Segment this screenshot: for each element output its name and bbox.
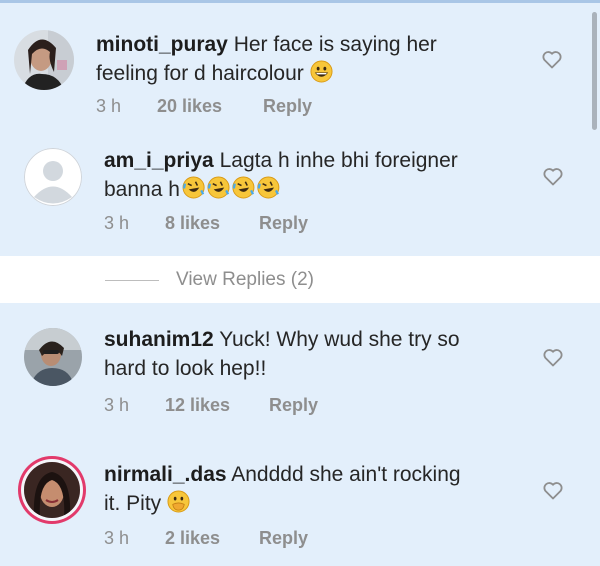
avatar-placeholder-icon[interactable] (24, 148, 82, 206)
comment-username[interactable]: nirmali_.das (104, 463, 227, 486)
heart-outline-icon[interactable] (541, 345, 565, 369)
view-replies-divider (105, 280, 159, 281)
likes-count[interactable]: 12 likes (165, 395, 230, 416)
comment-body-line1: Lagta h inhe bhi foreigner (219, 149, 458, 172)
grinning-face-icon (310, 60, 333, 91)
comment-username[interactable]: am_i_priya (104, 149, 214, 172)
likes-count[interactable]: 8 likes (165, 213, 220, 234)
comment-body-line2: hard to look hep!! (104, 357, 267, 380)
view-replies-button[interactable]: View Replies (2) (176, 269, 314, 291)
hand-over-mouth-icon (167, 490, 190, 521)
heart-outline-icon[interactable] (541, 164, 565, 188)
comment-text: suhanim12 Yuck! Why wud she try so hard … (104, 325, 524, 383)
comment-body-line1: Her face is saying her (233, 33, 437, 56)
avatar[interactable] (24, 328, 82, 386)
comment-timestamp: 3 h (104, 213, 130, 233)
comment-username[interactable]: minoti_puray (96, 33, 228, 56)
comment-text: am_i_priya Lagta h inhe bhi foreigner ba… (104, 146, 524, 207)
comment-timestamp: 3 h (104, 528, 130, 548)
heart-outline-icon[interactable] (540, 47, 564, 71)
avatar[interactable] (14, 30, 74, 90)
comment-meta: 3 h 8 likes Reply (104, 213, 364, 235)
reply-button[interactable]: Reply (259, 213, 308, 234)
scrollbar-thumb[interactable] (592, 12, 597, 130)
comment-text: minoti_puray Her face is saying her feel… (96, 30, 516, 91)
comment-text: nirmali_.das Andddd she ain't rocking it… (104, 460, 524, 521)
reply-button[interactable]: Reply (269, 395, 318, 416)
comment-username[interactable]: suhanim12 (104, 328, 214, 351)
comment-body-line2: feeling for d haircolour (96, 62, 304, 85)
comment-body-line2: it. Pity (104, 492, 162, 515)
heart-outline-icon[interactable] (541, 478, 565, 502)
likes-count[interactable]: 2 likes (165, 528, 220, 549)
comment-body-line1: Yuck! Why wud she try so (219, 328, 460, 351)
view-replies-row[interactable]: View Replies (2) (0, 256, 600, 303)
comment-body-line1: Andddd she ain't rocking (231, 463, 461, 486)
reply-button[interactable]: Reply (259, 528, 308, 549)
comment-meta: 3 h 12 likes Reply (104, 395, 364, 417)
comment-body-line2: banna h (104, 178, 180, 201)
comment-timestamp: 3 h (104, 395, 130, 415)
rolling-laughing-icon (180, 176, 280, 207)
avatar[interactable] (24, 462, 80, 518)
reply-button[interactable]: Reply (263, 96, 312, 117)
comment-timestamp: 3 h (96, 96, 122, 116)
comment-meta: 3 h 2 likes Reply (104, 528, 364, 550)
likes-count[interactable]: 20 likes (157, 96, 222, 117)
comment-meta: 3 h 20 likes Reply (96, 96, 356, 118)
